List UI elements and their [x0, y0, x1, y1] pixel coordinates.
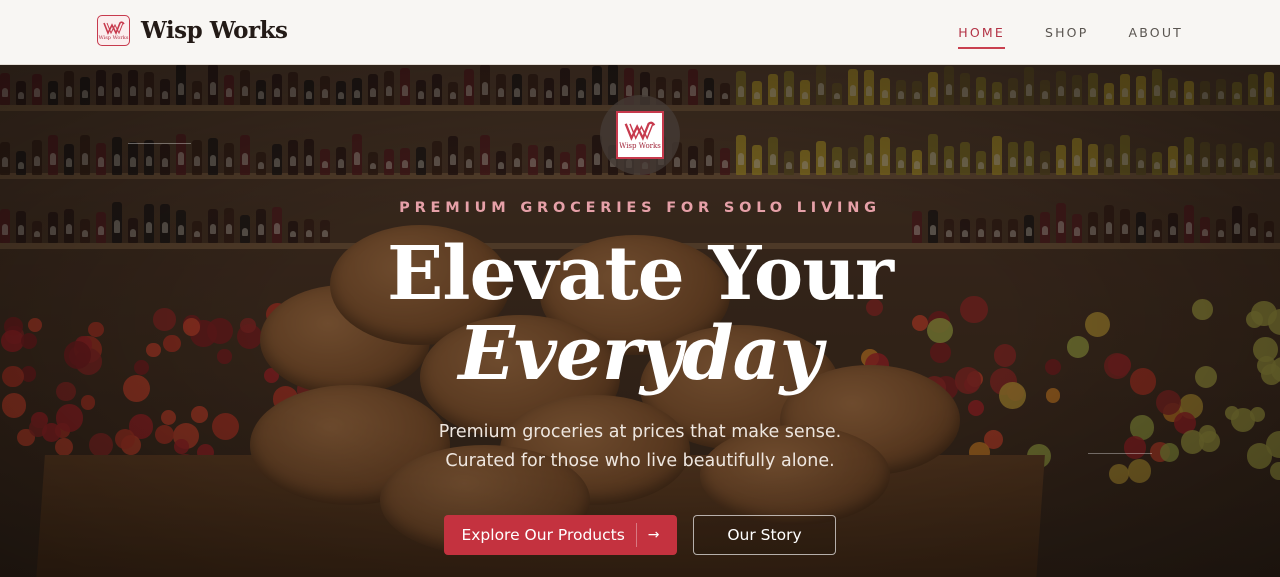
our-story-button[interactable]: Our Story: [693, 515, 836, 555]
brand-home-link[interactable]: Wisp Works Wisp Works: [97, 15, 288, 46]
hero-section: Wisp Works PREMIUM GROCERIES FOR SOLO LI…: [0, 65, 1280, 577]
nav-home[interactable]: HOME: [958, 21, 1005, 49]
brand-logo-icon: Wisp Works: [97, 15, 130, 46]
nav-shop[interactable]: SHOP: [1045, 21, 1089, 44]
button-divider: [635, 523, 637, 547]
explore-products-label: Explore Our Products: [461, 526, 625, 544]
hero-subtitle-line2: Curated for those who live beautifully a…: [445, 451, 835, 471]
main-nav: HOME SHOP ABOUT: [958, 0, 1183, 65]
brand-name: Wisp Works: [141, 17, 288, 44]
nav-about[interactable]: ABOUT: [1128, 21, 1183, 44]
arrow-right-icon: →: [647, 527, 660, 543]
hero-eyebrow: PREMIUM GROCERIES FOR SOLO LIVING: [399, 200, 881, 216]
explore-products-button[interactable]: Explore Our Products →: [444, 515, 677, 555]
hero-subtitle: Premium groceries at prices that make se…: [0, 418, 1280, 476]
top-navbar: Wisp Works Wisp Works HOME SHOP ABOUT: [0, 0, 1280, 65]
hero-logo-badge: Wisp Works: [600, 95, 680, 175]
hero-logo-icon: Wisp Works: [616, 111, 664, 159]
hero-buttons: Explore Our Products → Our Story: [444, 515, 836, 555]
hero-subtitle-line1: Premium groceries at prices that make se…: [438, 422, 842, 442]
decorative-line-left: [128, 143, 191, 144]
hero-logo-text: Wisp Works: [619, 141, 661, 150]
brand-logo-text: Wisp Works: [98, 34, 129, 41]
hero-headline-line2: Everyday: [458, 311, 822, 397]
hero-headline-line1: Elevate Your: [386, 231, 894, 317]
hero-content: Wisp Works PREMIUM GROCERIES FOR SOLO LI…: [0, 65, 1280, 577]
